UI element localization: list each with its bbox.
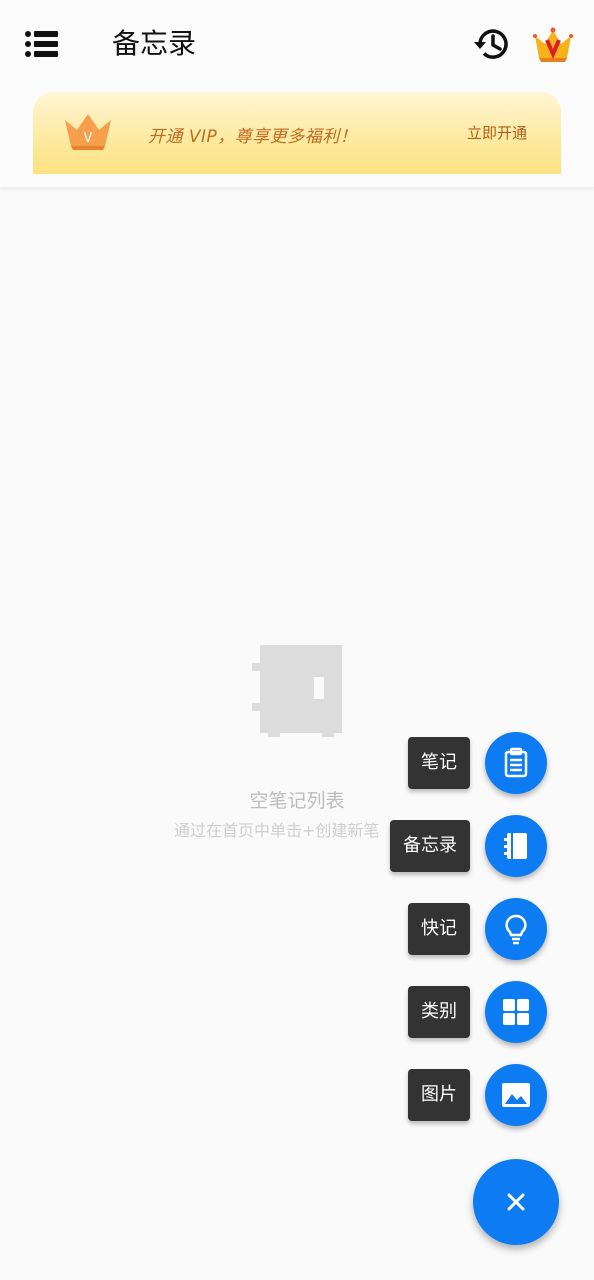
add-image-button[interactable] <box>485 1064 547 1126</box>
add-category-button[interactable] <box>485 981 547 1043</box>
svg-text:V: V <box>84 131 93 146</box>
speed-dial-item-image: 图片 <box>0 1064 594 1126</box>
empty-list-icon <box>250 643 344 737</box>
speed-dial-item-category: 类别 <box>0 981 594 1043</box>
close-speed-dial-button[interactable] <box>473 1159 559 1245</box>
lightbulb-icon <box>505 914 527 945</box>
vip-promo-text: 开通 VIP，尊享更多福利！ <box>148 127 358 147</box>
vip-crown-icon: V <box>63 112 113 152</box>
image-label[interactable]: 图片 <box>408 1069 470 1121</box>
page-title: 备忘录 <box>112 27 197 60</box>
speed-dial-item-note: 笔记 <box>0 732 594 794</box>
memo-label[interactable]: 备忘录 <box>390 820 470 872</box>
grid-icon <box>503 999 529 1025</box>
vip-promo-banner[interactable]: V 开通 VIP，尊享更多福利！ 立即开通 <box>33 92 561 174</box>
quick-note-label[interactable]: 快记 <box>408 903 470 955</box>
notebook-icon <box>504 833 527 859</box>
history-icon[interactable] <box>472 24 512 64</box>
top-app-bar: 备忘录 V 开通 VIP，尊享更多福利！ 立即开通 <box>0 0 594 188</box>
add-quick-note-button[interactable] <box>485 898 547 960</box>
app-screen: 备忘录 V 开通 VIP，尊享更多福利！ 立即开通 空笔记列表 通过在首页中单击… <box>0 0 594 1280</box>
note-label[interactable]: 笔记 <box>408 737 470 789</box>
speed-dial-item-quick-note: 快记 <box>0 898 594 960</box>
category-label[interactable]: 类别 <box>408 986 470 1038</box>
close-icon <box>507 1193 525 1211</box>
image-icon <box>502 1083 530 1107</box>
vip-open-link[interactable]: 立即开通 <box>467 122 527 143</box>
add-note-button[interactable] <box>485 732 547 794</box>
vip-crown-icon[interactable] <box>532 24 574 66</box>
speed-dial-item-memo: 备忘录 <box>0 815 594 877</box>
list-menu-icon[interactable] <box>24 26 62 62</box>
clipboard-icon <box>504 747 528 778</box>
add-memo-button[interactable] <box>485 815 547 877</box>
